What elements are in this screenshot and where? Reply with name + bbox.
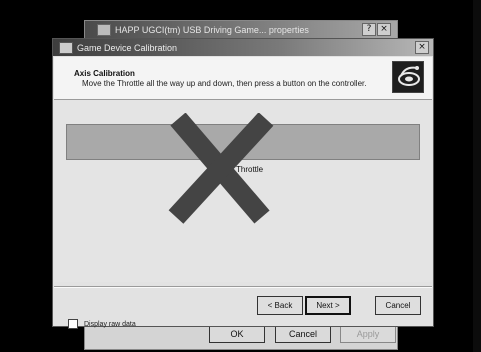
- cancel-button[interactable]: Cancel: [275, 325, 331, 343]
- dialog-header: Axis Calibration Move the Throttle all t…: [54, 57, 432, 100]
- dialog-close-button[interactable]: ×: [415, 41, 429, 54]
- ok-button[interactable]: OK: [209, 325, 265, 343]
- help-button[interactable]: ?: [362, 23, 376, 36]
- header-instructions: Move the Throttle all the way up and dow…: [82, 79, 367, 88]
- button-separator: [54, 286, 432, 288]
- cross-marker-icon: [168, 113, 274, 224]
- close-button[interactable]: ×: [377, 23, 391, 36]
- calibration-area: Throttle Display raw data: [54, 100, 432, 329]
- properties-title: HAPP UGCI(tm) USB Driving Game... proper…: [115, 24, 309, 35]
- cancel-dialog-button[interactable]: Cancel: [375, 296, 421, 315]
- display-raw-data-checkbox[interactable]: [68, 319, 78, 329]
- window-icon: [97, 23, 111, 36]
- window-icon: [59, 41, 73, 54]
- photo-edge: [473, 0, 481, 352]
- dialog-title: Game Device Calibration: [77, 42, 178, 53]
- game-controller-icon: [392, 61, 424, 93]
- properties-titlebar[interactable]: HAPP UGCI(tm) USB Driving Game... proper…: [85, 21, 397, 38]
- display-raw-data-label: Display raw data: [84, 320, 136, 328]
- next-button[interactable]: Next >: [305, 296, 351, 315]
- dialog-titlebar[interactable]: Game Device Calibration ×: [53, 39, 433, 56]
- back-button[interactable]: < Back: [257, 296, 303, 315]
- calibration-dialog: Game Device Calibration × Axis Calibrati…: [52, 38, 434, 329]
- display-raw-data-option[interactable]: Display raw data: [68, 319, 136, 329]
- header-title: Axis Calibration: [74, 69, 135, 78]
- apply-button[interactable]: Apply: [340, 325, 396, 343]
